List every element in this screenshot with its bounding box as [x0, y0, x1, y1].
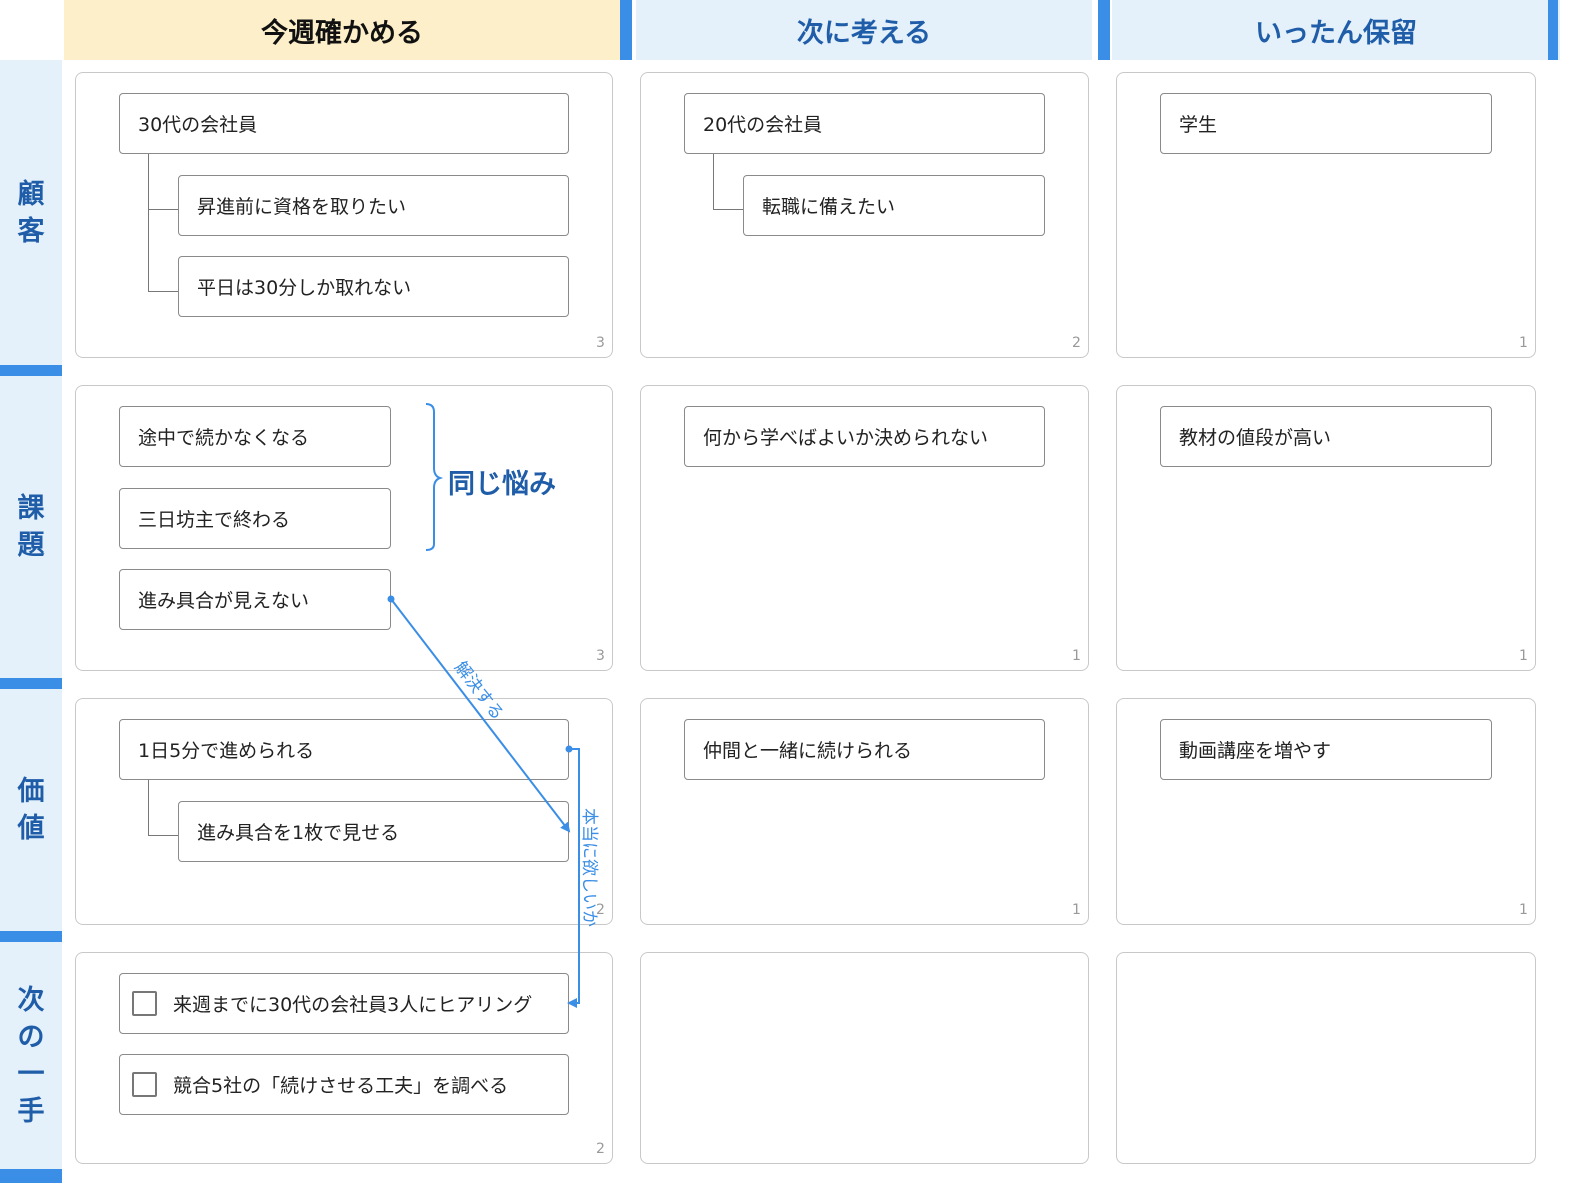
arrow-label-really-wanted: 本当に欲しいか	[580, 808, 599, 927]
arrow-really-wanted: 本当に欲しいか	[565, 745, 599, 1008]
arrow-solves: 解決する	[387, 595, 571, 833]
arrow-overlay: 解決する 本当に欲しいか	[387, 595, 599, 1008]
